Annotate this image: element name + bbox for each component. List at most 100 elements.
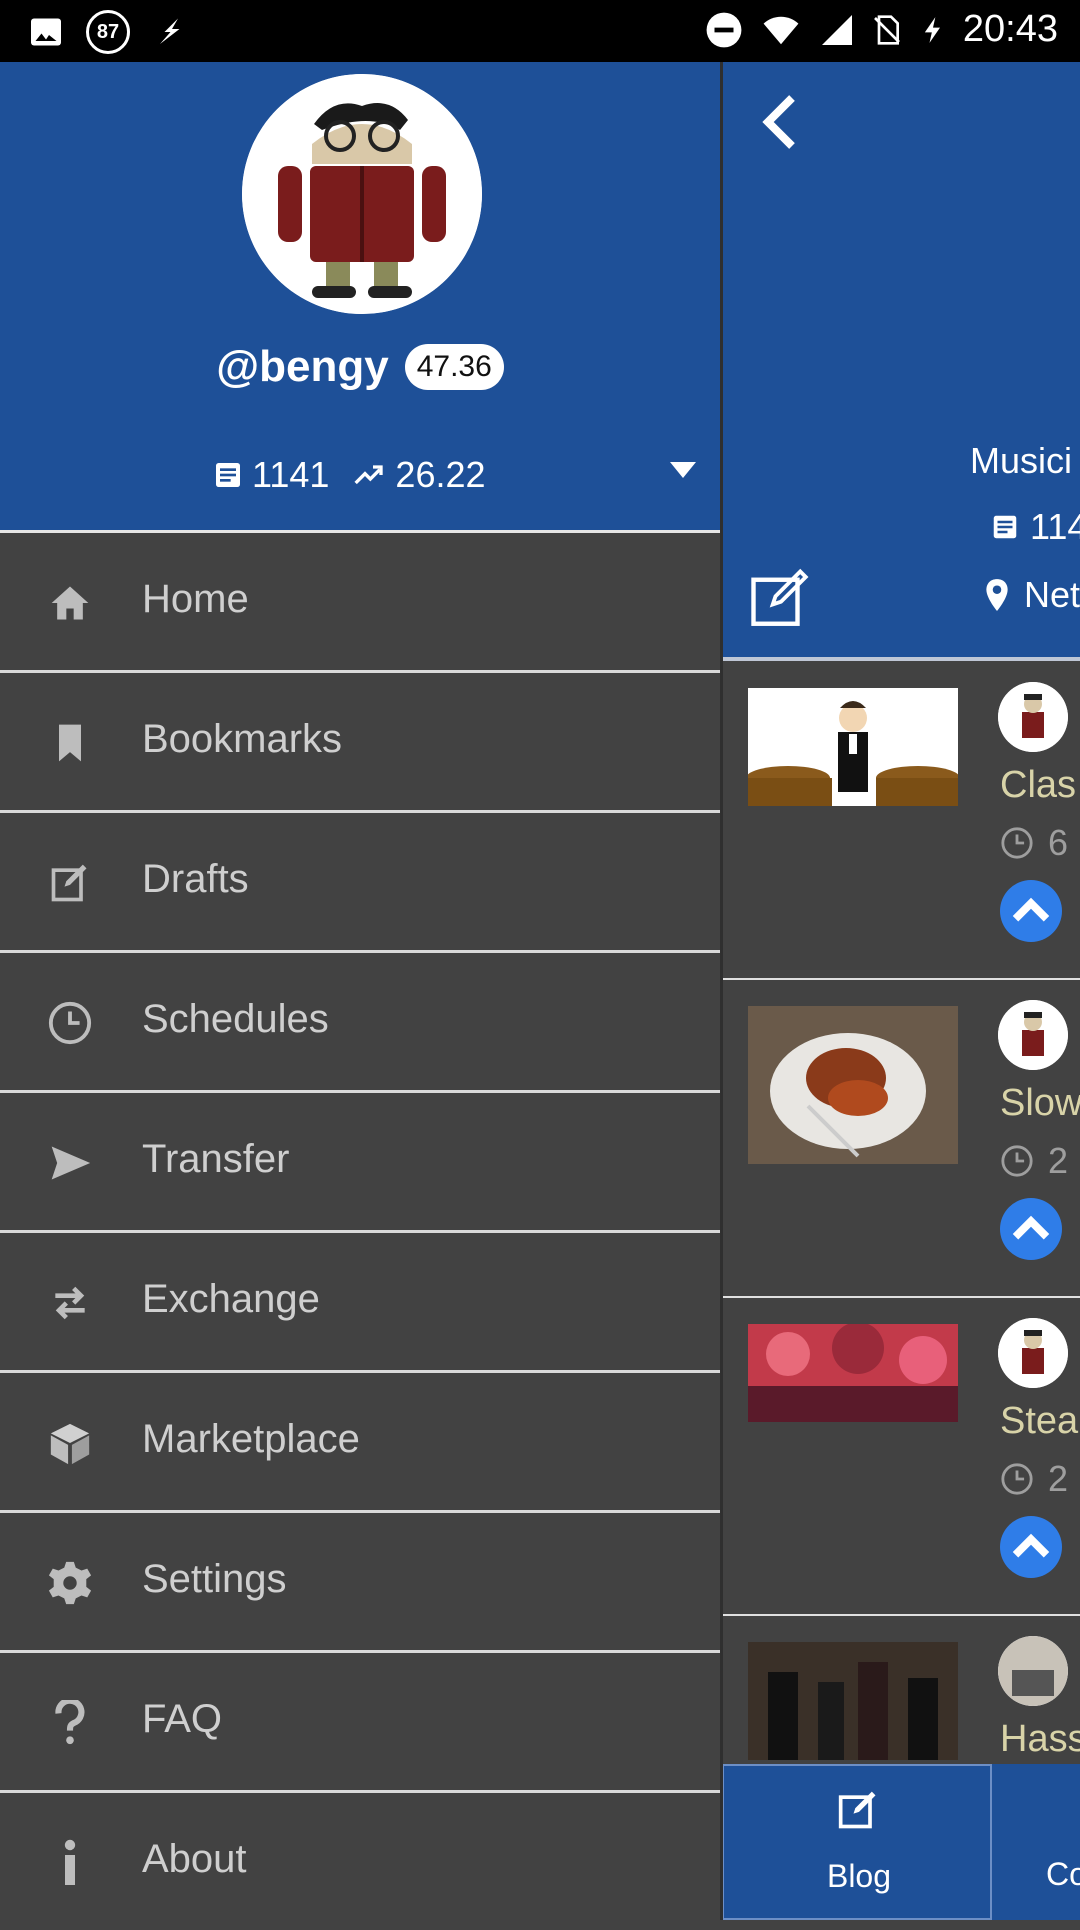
menu-item-transfer[interactable]: Transfer — [0, 1093, 720, 1233]
profile-header: Musici 114 Net — [722, 62, 1080, 657]
voting-power: 26.22 — [395, 454, 486, 495]
menu-item-label: Drafts — [142, 857, 249, 901]
chevron-up-icon — [1012, 897, 1050, 922]
author-avatar[interactable] — [998, 1318, 1068, 1388]
menu-item-label: Home — [142, 577, 249, 621]
post-thumbnail — [748, 688, 958, 806]
profile-location-text: Net — [1024, 574, 1080, 615]
profile-post-count: 114 — [990, 506, 1080, 548]
menu-item-faq[interactable]: FAQ — [0, 1653, 720, 1793]
username-row: @bengy 47.36 — [0, 342, 720, 392]
status-bar: 87 20:43 — [0, 0, 1080, 62]
posts-icon — [216, 463, 240, 487]
swap-icon — [46, 1279, 94, 1327]
menu-item-label: Marketplace — [142, 1417, 360, 1461]
clock-icon — [1001, 827, 1033, 859]
clock-icon — [1001, 1463, 1033, 1495]
menu-item-label: About — [142, 1837, 247, 1881]
menu-item-about[interactable]: About — [0, 1793, 720, 1930]
drawer-edge-shadow — [720, 62, 723, 1920]
post-title[interactable]: Hass — [1000, 1718, 1080, 1761]
post-title[interactable]: Clas — [1000, 764, 1076, 807]
clock-time: 20:43 — [962, 8, 1058, 50]
post-meta: 2 — [1000, 1458, 1068, 1500]
menu-item-home[interactable]: Home — [0, 533, 720, 673]
profile-location: Net — [984, 574, 1080, 616]
edit-profile-icon[interactable] — [748, 566, 814, 632]
menu-item-exchange[interactable]: Exchange — [0, 1233, 720, 1373]
navigation-drawer: @bengy 47.36 1141 26.22 Home Bookmarks D… — [0, 62, 720, 1920]
chevron-down-icon[interactable] — [670, 462, 696, 478]
do-not-disturb-icon — [706, 12, 742, 47]
upvote-button[interactable] — [1000, 1198, 1062, 1260]
clock-icon — [46, 999, 94, 1047]
clock-icon — [1001, 1145, 1033, 1177]
post-count: 1141 — [252, 454, 330, 495]
post-time: 2 — [1048, 1140, 1069, 1181]
header-separator — [722, 657, 1080, 661]
post-thumbnail — [748, 1324, 958, 1422]
post-title[interactable]: Slow — [1000, 1082, 1080, 1125]
post-thumbnail — [748, 1642, 958, 1760]
reputation-badge: 47.36 — [404, 344, 504, 390]
menu-item-schedules[interactable]: Schedules — [0, 953, 720, 1093]
post-time: 6 — [1048, 822, 1069, 863]
post-meta: 6 — [1000, 822, 1068, 864]
menu-item-label: Schedules — [142, 997, 329, 1041]
post-title[interactable]: Stea — [1000, 1400, 1078, 1443]
chevron-up-icon — [1012, 1215, 1050, 1240]
menu-item-label: Settings — [142, 1557, 287, 1601]
charging-icon — [924, 16, 940, 43]
bookmark-icon — [46, 719, 94, 767]
send-icon — [46, 1139, 94, 1187]
menu-item-label: Transfer — [142, 1137, 290, 1181]
image-icon — [31, 18, 61, 46]
drawer-header: @bengy 47.36 1141 26.22 — [0, 62, 720, 530]
menu-item-drafts[interactable]: Drafts — [0, 813, 720, 953]
username[interactable]: @bengy — [216, 342, 388, 392]
second-tab-label[interactable]: Co — [1046, 1856, 1080, 1893]
back-arrow-icon[interactable] — [760, 92, 800, 152]
author-avatar[interactable] — [998, 1000, 1068, 1070]
info-icon — [46, 1839, 94, 1887]
question-icon — [46, 1699, 94, 1747]
account-stats: 1141 26.22 — [212, 454, 486, 496]
author-avatar[interactable] — [998, 1636, 1068, 1706]
profile-page: Musici 114 Net Clas 6 Slow 2 Stea 2 Hass… — [722, 62, 1080, 1920]
bottom-navigation: Blog Co — [722, 1764, 1080, 1920]
drawer-menu: Home Bookmarks Drafts Schedules Transfer… — [0, 533, 720, 1930]
chevron-up-icon — [1012, 1533, 1050, 1558]
profile-post-count-value: 114 — [1030, 506, 1080, 547]
edit-icon — [838, 1791, 876, 1829]
cube-icon — [46, 1419, 94, 1467]
blog-tab-label: Blog — [826, 1858, 892, 1894]
post-time: 2 — [1048, 1458, 1069, 1499]
feed-post[interactable]: Slow 2 — [722, 980, 1080, 1298]
posts-icon — [993, 515, 1017, 539]
menu-item-label: Exchange — [142, 1277, 320, 1321]
author-avatar[interactable] — [998, 682, 1068, 752]
lightning-app-icon — [160, 18, 180, 44]
feed-post[interactable]: Stea 2 — [722, 1298, 1080, 1616]
edit-icon — [46, 859, 94, 907]
menu-item-label: Bookmarks — [142, 717, 343, 761]
menu-item-marketplace[interactable]: Marketplace — [0, 1373, 720, 1513]
upvote-button[interactable] — [1000, 1516, 1062, 1578]
menu-item-settings[interactable]: Settings — [0, 1513, 720, 1653]
trending-up-icon — [354, 465, 384, 485]
gear-icon — [46, 1559, 94, 1607]
upvote-button[interactable] — [1000, 880, 1062, 942]
notification-badge: 87 — [86, 10, 130, 54]
post-meta: 2 — [1000, 1140, 1068, 1182]
menu-item-bookmarks[interactable]: Bookmarks — [0, 673, 720, 813]
menu-item-label: FAQ — [142, 1697, 223, 1741]
avatar[interactable] — [242, 74, 482, 314]
home-icon — [46, 579, 94, 627]
blog-tab[interactable]: Blog — [722, 1764, 992, 1920]
profile-about: Musici — [970, 440, 1073, 481]
location-pin-icon — [986, 579, 1008, 611]
feed-post[interactable]: Clas 6 — [722, 662, 1080, 980]
wifi-icon — [763, 16, 799, 44]
no-sim-icon — [873, 14, 900, 45]
signal-icon — [821, 14, 852, 45]
